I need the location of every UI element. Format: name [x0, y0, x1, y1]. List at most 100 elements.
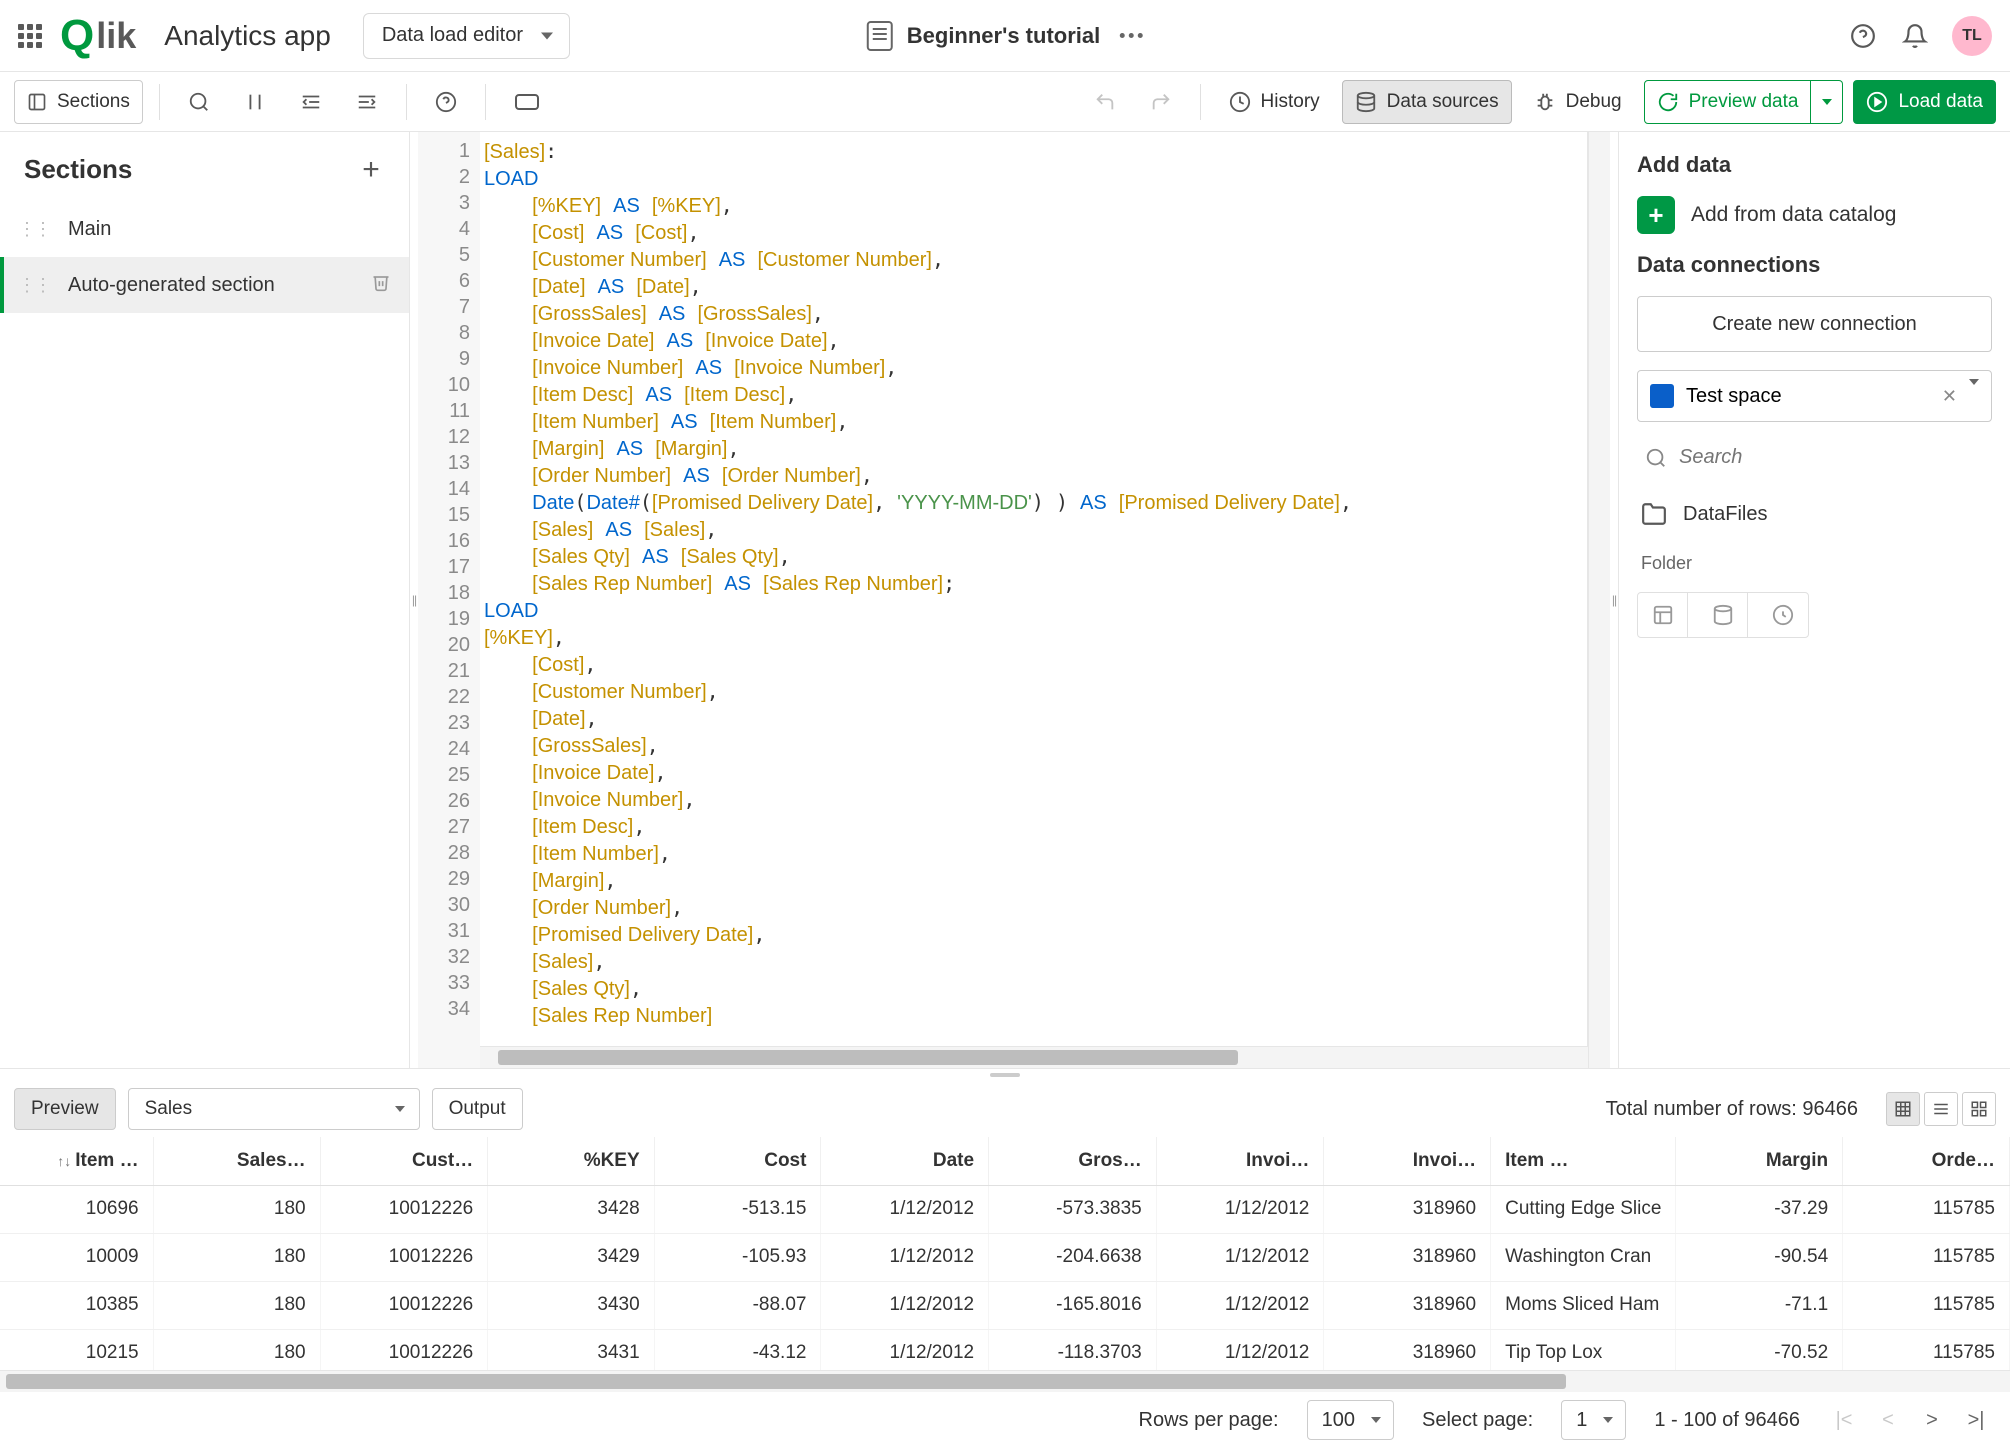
- separator: [159, 84, 160, 120]
- help-toolbar-button[interactable]: [423, 80, 469, 124]
- separator: [406, 84, 407, 120]
- select-data-icon[interactable]: [1638, 593, 1688, 637]
- document-icon: [867, 21, 893, 51]
- column-header[interactable]: Invoi…: [1324, 1137, 1491, 1185]
- clear-space-icon[interactable]: ✕: [1942, 386, 1957, 407]
- preview-splitter[interactable]: [0, 1069, 2010, 1081]
- view-selector-label: Data load editor: [382, 24, 523, 47]
- table-row[interactable]: 10009180100122263429-105.931/12/2012-204…: [0, 1233, 2010, 1281]
- separator: [485, 84, 486, 120]
- table-horizontal-scrollbar[interactable]: [0, 1370, 2010, 1392]
- total-rows-label: Total number of rows: 96466: [1606, 1098, 1858, 1121]
- section-item-main[interactable]: ⋮⋮ Main: [0, 201, 409, 257]
- app-name: Analytics app: [164, 20, 331, 52]
- right-panel-resize-handle[interactable]: [1610, 132, 1618, 1068]
- history-button[interactable]: History: [1217, 80, 1332, 124]
- edit-connection-icon[interactable]: [1758, 593, 1808, 637]
- column-header[interactable]: Margin: [1676, 1137, 1843, 1185]
- outdent-button[interactable]: [288, 80, 334, 124]
- editor-vertical-scrollbar[interactable]: [1588, 132, 1610, 1068]
- last-page-button[interactable]: >|: [1960, 1404, 1992, 1436]
- folder-icon: [1641, 501, 1667, 527]
- prev-page-button[interactable]: <: [1872, 1404, 1904, 1436]
- connection-search-input[interactable]: [1679, 446, 1984, 469]
- redo-button[interactable]: [1138, 80, 1184, 124]
- space-icon: [1650, 384, 1674, 408]
- help-icon[interactable]: [1848, 21, 1878, 51]
- select-page-label: Select page:: [1422, 1409, 1533, 1432]
- indent-button[interactable]: [344, 80, 390, 124]
- sections-toggle-button[interactable]: Sections: [14, 80, 143, 124]
- next-page-button[interactable]: >: [1916, 1404, 1948, 1436]
- column-header[interactable]: Date: [821, 1137, 989, 1185]
- column-header[interactable]: ↑↓Item …: [0, 1137, 153, 1185]
- more-options-icon[interactable]: [1120, 33, 1143, 38]
- table-row[interactable]: 10696180100122263428-513.151/12/2012-573…: [0, 1185, 2010, 1233]
- data-sources-label: Data sources: [1387, 91, 1499, 113]
- page-range-label: 1 - 100 of 96466: [1654, 1409, 1800, 1432]
- drag-handle-icon[interactable]: ⋮⋮: [18, 275, 50, 296]
- table-row[interactable]: 10215180100122263431-43.121/12/2012-118.…: [0, 1329, 2010, 1370]
- insert-script-icon[interactable]: [1698, 593, 1748, 637]
- view-selector[interactable]: Data load editor: [363, 13, 570, 59]
- code-editor[interactable]: [Sales]: LOAD [%KEY] AS [%KEY], [Cost] A…: [480, 132, 1588, 1068]
- tag-button[interactable]: [502, 80, 552, 124]
- table-view-icon[interactable]: [1886, 1092, 1920, 1126]
- preview-data-button[interactable]: Preview data: [1644, 80, 1812, 124]
- sidebar-title: Sections: [24, 154, 132, 185]
- app-launcher-icon[interactable]: [18, 24, 42, 48]
- first-page-button[interactable]: |<: [1828, 1404, 1860, 1436]
- chevron-down-icon[interactable]: [1969, 385, 1979, 408]
- folder-type-label: Folder: [1637, 553, 1992, 574]
- search-button[interactable]: [176, 80, 222, 124]
- data-sources-button[interactable]: Data sources: [1342, 80, 1512, 124]
- scrollbar-thumb[interactable]: [498, 1050, 1238, 1065]
- column-header[interactable]: Invoi…: [1156, 1137, 1324, 1185]
- chevron-down-icon: [1822, 99, 1832, 105]
- connection-item-datafiles[interactable]: DataFiles: [1637, 493, 1992, 535]
- list-view-icon[interactable]: [1924, 1092, 1958, 1126]
- connection-label: DataFiles: [1683, 503, 1767, 526]
- delete-section-icon[interactable]: [371, 272, 391, 298]
- plus-icon: +: [1637, 196, 1675, 234]
- line-gutter: 1234567891011121314151617181920212223242…: [418, 132, 480, 1068]
- section-item-auto[interactable]: ⋮⋮ Auto-generated section: [0, 257, 409, 313]
- preview-tab[interactable]: Preview: [14, 1088, 116, 1130]
- connection-tools: [1637, 592, 1809, 638]
- preview-data-dropdown[interactable]: [1811, 80, 1843, 124]
- select-page-select[interactable]: 1: [1561, 1400, 1626, 1440]
- preview-table: ↑↓Item …Sales…Cust…%KEYCostDateGros…Invo…: [0, 1137, 2010, 1370]
- load-data-label: Load data: [1898, 91, 1983, 113]
- history-label: History: [1261, 91, 1320, 113]
- column-header[interactable]: Cust…: [320, 1137, 488, 1185]
- sidebar-resize-handle[interactable]: [410, 132, 418, 1068]
- grid-view-icon[interactable]: [1962, 1092, 1996, 1126]
- comment-button[interactable]: [232, 80, 278, 124]
- drag-handle-icon[interactable]: ⋮⋮: [18, 219, 50, 240]
- column-header[interactable]: Sales…: [153, 1137, 320, 1185]
- section-item-label: Main: [68, 218, 111, 241]
- table-selector-label: Sales: [145, 1098, 193, 1120]
- column-header[interactable]: Item …: [1491, 1137, 1676, 1185]
- space-label: Test space: [1686, 385, 1782, 408]
- editor-horizontal-scrollbar[interactable]: [480, 1046, 1588, 1068]
- column-header[interactable]: %KEY: [488, 1137, 654, 1185]
- column-header[interactable]: Cost: [654, 1137, 821, 1185]
- rows-per-page-select[interactable]: 100: [1307, 1400, 1394, 1440]
- add-section-button[interactable]: +: [357, 156, 385, 184]
- output-tab[interactable]: Output: [432, 1088, 523, 1130]
- rows-per-page-label: Rows per page:: [1139, 1409, 1279, 1432]
- undo-button[interactable]: [1082, 80, 1128, 124]
- scrollbar-thumb[interactable]: [6, 1374, 1566, 1389]
- notifications-icon[interactable]: [1900, 21, 1930, 51]
- space-selector[interactable]: Test space ✕: [1637, 370, 1992, 422]
- add-from-catalog-button[interactable]: + Add from data catalog: [1637, 196, 1992, 234]
- debug-button[interactable]: Debug: [1522, 80, 1634, 124]
- column-header[interactable]: Gros…: [989, 1137, 1157, 1185]
- table-selector[interactable]: Sales: [128, 1088, 420, 1130]
- load-data-button[interactable]: Load data: [1853, 80, 1996, 124]
- create-connection-button[interactable]: Create new connection: [1637, 296, 1992, 352]
- avatar[interactable]: TL: [1952, 16, 1992, 56]
- table-row[interactable]: 10385180100122263430-88.071/12/2012-165.…: [0, 1281, 2010, 1329]
- column-header[interactable]: Orde…: [1843, 1137, 2010, 1185]
